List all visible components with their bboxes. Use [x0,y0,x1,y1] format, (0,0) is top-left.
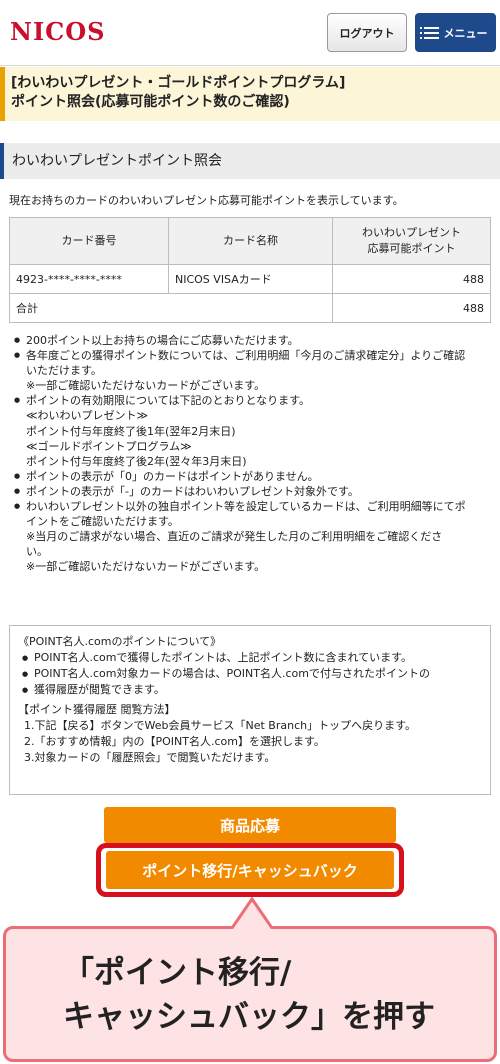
col-card-name: カード名称 [168,217,333,265]
note-item: いただけます。 [26,364,102,378]
note-item: ≪わいわいプレゼント≫ [26,409,149,423]
menu-list-icon [419,26,439,39]
col-points-line2: 応募可能ポイント [367,242,456,255]
table-total-row: 合計 488 [9,293,491,323]
page-title-line1: [わいわいプレゼント・ゴールドポイントプログラム] [11,75,346,91]
info-item: POINT名人.comで獲得したポイントは、上記ポイント数に含まれています。 [22,650,482,666]
note-item: ポイント付与年度終了後2年(翌々年3月末日) [26,454,247,468]
callout-pointer [232,897,272,930]
history-method-title: 【ポイント獲得履歴 閲覧方法】 [18,703,176,716]
col-card-number: カード番号 [9,217,169,265]
section-heading: わいわいプレゼントポイント照会 [0,143,500,179]
page-title-line2: ポイント照会(応募可能ポイント数のご確認) [11,94,290,110]
nicos-logo: NICOS [10,17,106,46]
col-points: わいわいプレゼント 応募可能ポイント [332,217,491,265]
card-number-cell: 4923-****-****-**** [9,264,169,294]
total-points-cell: 488 [332,293,491,323]
history-step: 2.「おすすめ情報」内の【POINT名人.com】を選択します。 [24,735,325,748]
point-transfer-cashback-button[interactable]: ポイント移行/キャッシュバック [106,851,394,889]
note-item: ※一部ご確認いただけないカードがございます。 [26,560,266,574]
notes-list: 200ポイント以上お持ちの場合にご応募いただけます。 各年度ごとの獲得ポイント数… [14,333,494,575]
note-item: ≪ゴールドポイントプログラム≫ [26,439,192,453]
card-name-cell: NICOS VISAカード [168,264,333,294]
menu-button[interactable]: メニュー [415,13,496,52]
info-box-list: POINT名人.comで獲得したポイントは、上記ポイント数に含まれています。 P… [18,650,482,698]
points-table: カード番号 カード名称 わいわいプレゼント 応募可能ポイント 4923-****… [9,217,491,323]
history-steps: 1.下記【戻る】ボタンでWeb会員サービス「Net Branch」トップへ戻りま… [18,718,482,766]
note-item: ポイントの有効期限については下記のとおりとなります。 [14,393,494,408]
table-header-row: カード番号 カード名称 わいわいプレゼント 応募可能ポイント [9,217,491,265]
note-item: ポイントの表示が「-」のカードはわいわいプレゼント対象外です。 [14,484,494,499]
info-item: POINT名人.com対象カードの場合は、POINT名人.comで付与されたポイ… [22,666,482,682]
logout-button[interactable]: ログアウト [327,13,407,52]
page-title: [わいわいプレゼント・ゴールドポイントプログラム] ポイント照会(応募可能ポイン… [0,67,500,121]
menu-button-label: メニュー [443,26,488,40]
instruction-line1: 「ポイント移行/ [63,955,292,991]
total-label-cell: 合計 [9,293,333,323]
apply-product-button[interactable]: 商品応募 [104,807,396,843]
point-meijin-info-box: 《POINT名人.comのポイントについて》 POINT名人.comで獲得したポ… [9,625,491,795]
info-box-title: 《POINT名人.comのポイントについて》 [18,635,222,648]
note-item: わいわいプレゼント以外の独自ポイント等を設定しているカードは、ご利用明細等にてポ [14,499,494,514]
note-item: ※当月のご請求がない場合、直近のご請求が発生した月のご利用明細をご確認くださ [26,530,443,544]
note-item: イントをご確認いただけます。 [26,515,179,529]
note-item: ポイント付与年度終了後1年(翌年2月末日) [26,424,236,438]
points-cell: 488 [332,264,491,294]
col-points-line1: わいわいプレゼント [362,226,461,239]
header: NICOS ログアウト メニュー [0,0,500,66]
note-item: 200ポイント以上お持ちの場合にご応募いただけます。 [14,333,494,348]
history-step: 1.下記【戻る】ボタンでWeb会員サービス「Net Branch」トップへ戻りま… [24,719,416,732]
note-item: 各年度ごとの獲得ポイント数については、ご利用明細「今月のご請求確定分」よりご確認 [14,348,494,363]
note-item: い。 [26,545,48,559]
history-step: 3.対象カードの「履歴照会」で閲覧いただけます。 [24,751,276,764]
note-item: ポイントの表示が「0」のカードはポイントがありません。 [14,469,494,484]
intro-text: 現在お持ちのカードのわいわいプレゼント応募可能ポイントを表示しています。 [9,194,404,207]
instruction-text: 「ポイント移行/ キャッシュバック」を押す [63,951,435,1039]
info-item-continuation: 獲得履歴が閲覧できます。 [22,682,482,698]
instruction-line2: キャッシュバック」を押す [63,999,435,1035]
note-item: ※一部ご確認いただけないカードがございます。 [26,379,266,393]
table-row: 4923-****-****-**** NICOS VISAカード 488 [9,264,491,294]
